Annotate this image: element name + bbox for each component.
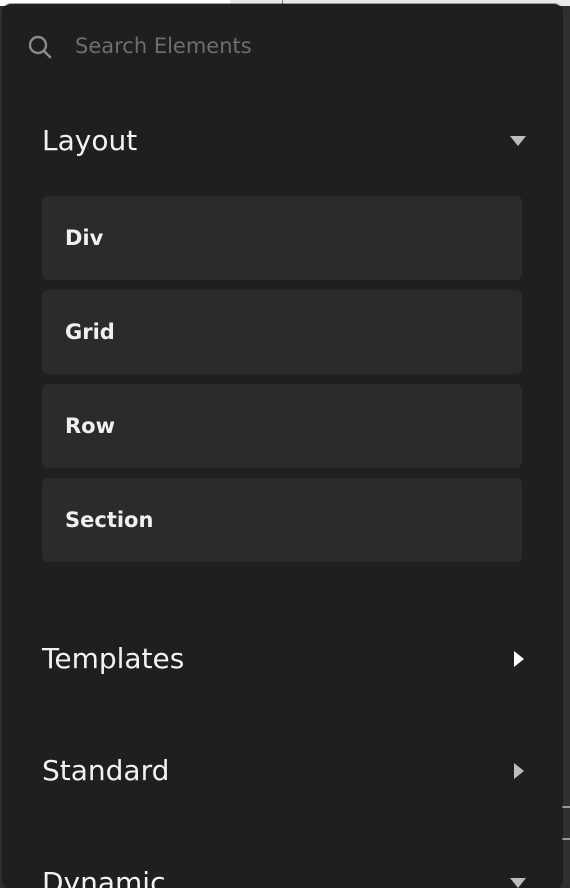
element-item-label: Row: [65, 414, 115, 438]
section-title: Dynamic: [42, 866, 166, 888]
section-title: Standard: [42, 754, 170, 787]
section-title: Templates: [42, 642, 185, 675]
add-elements-panel: Layout Div Grid Row Section Templates St…: [3, 4, 562, 888]
section-header-layout[interactable]: Layout: [42, 119, 526, 163]
element-item-label: Grid: [65, 320, 115, 344]
section-header-dynamic[interactable]: Dynamic: [42, 861, 526, 888]
section-header-standard[interactable]: Standard: [42, 749, 526, 793]
triangle-right-icon: [514, 651, 524, 667]
layout-items-list: Div Grid Row Section: [42, 196, 522, 572]
element-item-row[interactable]: Row: [42, 384, 522, 468]
triangle-down-icon: [510, 878, 526, 888]
element-item-div[interactable]: Div: [42, 196, 522, 280]
search-icon: [28, 35, 52, 59]
element-item-label: Div: [65, 226, 104, 250]
element-item-label: Section: [65, 508, 154, 532]
section-header-templates[interactable]: Templates: [42, 637, 526, 681]
search-input[interactable]: [75, 28, 515, 64]
triangle-right-icon: [514, 763, 524, 779]
triangle-down-icon: [510, 136, 526, 146]
section-title: Layout: [42, 124, 138, 157]
backdrop-handle: [561, 806, 570, 840]
search-bar: [3, 4, 562, 86]
element-item-grid[interactable]: Grid: [42, 290, 522, 374]
element-item-section[interactable]: Section: [42, 478, 522, 562]
